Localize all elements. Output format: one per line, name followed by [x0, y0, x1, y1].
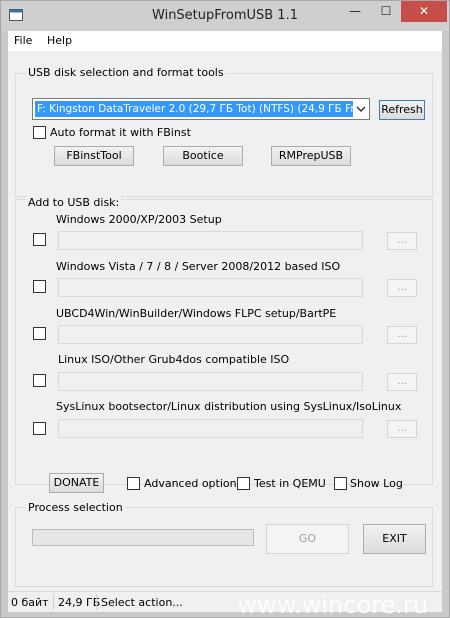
source-label-syslinux: SysLinux bootsector/Linux distribution u…	[56, 400, 402, 413]
status-message: Select action...	[101, 596, 183, 609]
add-to-usb-group: Add to USB disk: Windows 2000/XP/2003 Se…	[15, 196, 433, 493]
source-checkbox-syslinux[interactable]	[33, 422, 46, 435]
process-selection-group: Process selection GO EXIT	[15, 501, 433, 587]
menu-file[interactable]: File	[14, 34, 32, 47]
source-label-linux: Linux ISO/Other Grub4dos compatible ISO	[58, 353, 290, 366]
usb-group-label: USB disk selection and format tools	[26, 66, 226, 79]
close-button[interactable]: ✕	[401, 1, 447, 22]
refresh-button[interactable]: Refresh	[379, 100, 425, 120]
source-checkbox-ubcd[interactable]	[33, 327, 46, 340]
rmprepusb-button[interactable]: RMPrepUSB	[271, 146, 351, 166]
watermark-text: www.wincore.ru	[237, 591, 428, 618]
browse-button-win7[interactable]: ...	[387, 279, 417, 297]
source-checkbox-win7[interactable]	[33, 280, 46, 293]
process-group-label: Process selection	[26, 501, 125, 514]
exit-button[interactable]: EXIT	[363, 524, 426, 554]
test-in-qemu-checkbox[interactable]	[237, 477, 250, 490]
show-log-checkbox[interactable]	[334, 477, 347, 490]
advanced-options-checkbox[interactable]	[127, 477, 140, 490]
source-label-win7: Windows Vista / 7 / 8 / Server 2008/2012…	[56, 260, 341, 273]
status-written: 0 байт	[11, 596, 49, 609]
title-bar[interactable]: WinSetupFromUSB 1.1 — ☐ ✕	[1, 1, 449, 31]
disk-select-value: F: Kingston DataTraveler 2.0 (29,7 ГБ To…	[35, 101, 353, 117]
status-divider	[96, 594, 97, 610]
disk-select[interactable]: F: Kingston DataTraveler 2.0 (29,7 ГБ To…	[32, 98, 370, 120]
add-group-label: Add to USB disk:	[26, 196, 122, 209]
show-log-label: Show Log	[350, 477, 403, 490]
browse-button-ubcd[interactable]: ...	[387, 326, 417, 344]
auto-format-checkbox[interactable]	[33, 126, 46, 139]
source-path-winxp[interactable]	[58, 231, 363, 250]
chevron-down-icon	[356, 106, 366, 113]
source-path-win7[interactable]	[58, 278, 363, 297]
maximize-button[interactable]: ☐	[372, 1, 400, 22]
progress-bar	[32, 529, 254, 546]
fbinsttool-button[interactable]: FBinstTool	[54, 146, 134, 166]
donate-button[interactable]: DONATE	[49, 473, 104, 493]
source-checkbox-winxp[interactable]	[33, 233, 46, 246]
source-path-linux[interactable]	[58, 372, 363, 391]
source-label-winxp: Windows 2000/XP/2003 Setup	[56, 213, 222, 226]
source-checkbox-linux[interactable]	[33, 374, 46, 387]
source-path-ubcd[interactable]	[58, 325, 363, 344]
advanced-options-label: Advanced options	[144, 477, 243, 490]
browse-button-winxp[interactable]: ...	[387, 232, 417, 250]
source-label-ubcd: UBCD4Win/WinBuilder/Windows FLPC setup/B…	[56, 307, 337, 320]
status-divider	[53, 594, 54, 610]
client-area: File Help USB disk selection and format …	[8, 31, 442, 618]
status-free: 24,9 ГБ	[58, 596, 101, 609]
usb-disk-group: USB disk selection and format tools F: K…	[15, 66, 433, 197]
go-button[interactable]: GO	[266, 524, 349, 554]
source-path-syslinux[interactable]	[58, 419, 363, 438]
minimize-button[interactable]: —	[341, 1, 369, 22]
test-in-qemu-label: Test in QEMU	[254, 477, 326, 490]
bootice-button[interactable]: Bootice	[163, 146, 243, 166]
menu-bar: File Help	[8, 31, 442, 51]
menu-help[interactable]: Help	[47, 34, 72, 47]
auto-format-label: Auto format it with FBinst	[50, 126, 191, 139]
browse-button-syslinux[interactable]: ...	[387, 420, 417, 438]
app-window: WinSetupFromUSB 1.1 — ☐ ✕ File Help USB …	[0, 0, 450, 618]
browse-button-linux[interactable]: ...	[387, 373, 417, 391]
